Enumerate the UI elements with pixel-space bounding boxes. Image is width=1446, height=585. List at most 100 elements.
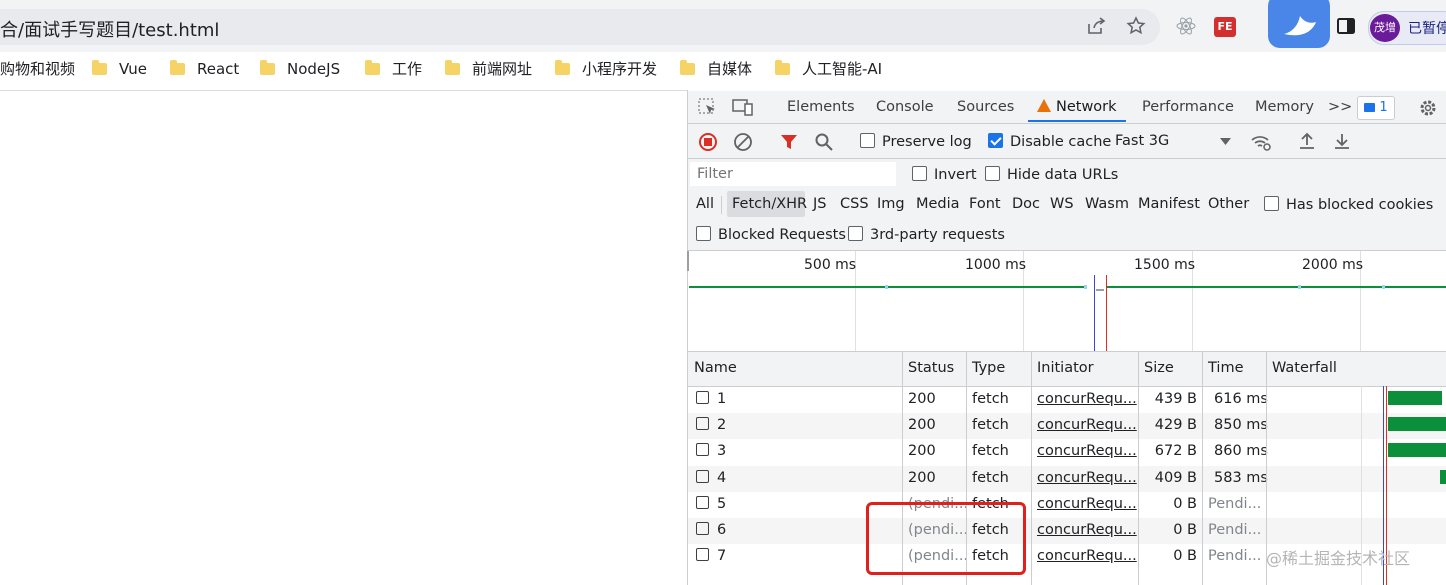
row-checkbox-icon[interactable] <box>696 469 709 483</box>
search-icon[interactable] <box>814 132 834 152</box>
type-img[interactable]: Img <box>877 196 905 212</box>
bookmark-star-icon[interactable] <box>1126 16 1146 36</box>
chevron-down-icon[interactable] <box>1220 138 1231 146</box>
filter-input[interactable] <box>690 162 896 186</box>
cell-name: 5 <box>696 495 726 512</box>
sidepanel-icon[interactable] <box>1336 16 1356 36</box>
col-time[interactable]: Time <box>1208 360 1244 376</box>
row-checkbox-icon[interactable] <box>696 443 709 457</box>
bookmark-ai[interactable]: 人工智能-AI <box>775 58 882 80</box>
type-ws[interactable]: WS <box>1050 196 1074 212</box>
tab-network[interactable]: Network <box>1037 99 1117 115</box>
throttling-select[interactable]: Fast 3G <box>1115 133 1169 149</box>
type-doc[interactable]: Doc <box>1012 196 1040 212</box>
tab-performance[interactable]: Performance <box>1142 99 1234 115</box>
more-tabs-icon[interactable]: >> <box>1328 99 1352 115</box>
bookmark-work[interactable]: 工作 <box>365 58 422 80</box>
bookmark-react[interactable]: React <box>170 58 239 80</box>
overview-handle[interactable] <box>687 251 689 271</box>
bookmark-vue[interactable]: Vue <box>92 58 147 80</box>
type-fetch-xhr[interactable]: Fetch/XHR <box>732 196 807 212</box>
tab-console[interactable]: Console <box>876 99 934 115</box>
row-checkbox-icon[interactable] <box>696 522 709 535</box>
type-manifest[interactable]: Manifest <box>1138 196 1200 212</box>
url-text[interactable]: 合/面试手写题目/test.html <box>0 16 219 42</box>
bird-extension-icon[interactable] <box>1268 0 1330 48</box>
col-status[interactable]: Status <box>908 360 954 376</box>
row-checkbox-icon[interactable] <box>696 495 709 509</box>
cell-status: 200 <box>908 417 936 434</box>
overview-bar <box>689 286 1087 288</box>
row-checkbox-icon[interactable] <box>696 417 709 431</box>
waterfall-bar[interactable] <box>1440 469 1446 484</box>
overview-marker <box>1084 285 1087 289</box>
blocked-requests-checkbox[interactable]: Blocked Requests <box>696 226 846 243</box>
bookmark-nodejs[interactable]: NodeJS <box>260 58 340 80</box>
avatar[interactable]: 茂增 <box>1370 14 1400 42</box>
cell-initiator[interactable]: concurRequ... <box>1037 548 1137 564</box>
react-devtools-icon[interactable] <box>1176 16 1196 36</box>
cell-initiator[interactable]: concurRequ... <box>1037 496 1137 512</box>
domcontentloaded-line <box>1094 275 1095 351</box>
export-har-icon[interactable] <box>1333 132 1351 150</box>
share-icon[interactable] <box>1086 16 1106 36</box>
bookmark-frontend-sites[interactable]: 前端网址 <box>445 58 532 80</box>
overview-gap <box>1096 289 1104 291</box>
checkbox-icon <box>860 133 875 148</box>
hide-data-urls-checkbox[interactable]: Hide data URLs <box>985 166 1118 183</box>
folder-icon <box>365 60 380 75</box>
cell-initiator[interactable]: concurRequ... <box>1037 443 1137 459</box>
record-stop-icon[interactable] <box>698 132 718 152</box>
cell-initiator[interactable]: concurRequ... <box>1037 417 1137 433</box>
col-waterfall[interactable]: Waterfall <box>1272 360 1337 376</box>
tab-sources[interactable]: Sources <box>957 99 1014 115</box>
col-size[interactable]: Size <box>1144 360 1174 376</box>
network-conditions-icon[interactable] <box>1250 132 1272 152</box>
col-name[interactable]: Name <box>694 360 737 376</box>
tab-elements[interactable]: Elements <box>787 99 855 115</box>
fe-extension-icon[interactable]: FE <box>1214 17 1236 37</box>
row-checkbox-icon[interactable] <box>696 548 709 562</box>
tick-1500ms: 1500 ms <box>1134 257 1196 273</box>
col-initiator[interactable]: Initiator <box>1037 360 1094 376</box>
filter-funnel-icon[interactable] <box>780 133 798 151</box>
bookmark-miniprogram[interactable]: 小程序开发 <box>555 58 657 80</box>
cell-initiator[interactable]: concurRequ... <box>1037 470 1137 486</box>
cell-initiator[interactable]: concurRequ... <box>1037 391 1137 407</box>
disable-cache-checkbox[interactable]: Disable cache <box>988 133 1111 150</box>
tick-500ms: 500 ms <box>804 257 857 273</box>
tab-memory[interactable]: Memory <box>1255 99 1314 115</box>
type-media[interactable]: Media <box>916 196 960 212</box>
bookmark-self-media[interactable]: 自媒体 <box>680 58 752 80</box>
cell-time: 850 ms <box>1214 417 1268 434</box>
cell-time: 616 ms <box>1214 391 1268 407</box>
checkbox-icon <box>985 166 1000 181</box>
preserve-log-checkbox[interactable]: Preserve log <box>860 133 972 150</box>
type-other[interactable]: Other <box>1208 196 1249 212</box>
waterfall-bar[interactable] <box>1388 417 1446 432</box>
cell-size: 672 B <box>1154 443 1197 460</box>
bookmark-shopping[interactable]: 购物和视频 <box>0 58 75 80</box>
type-font[interactable]: Font <box>969 196 1001 212</box>
messages-badge[interactable]: 1 <box>1357 96 1395 120</box>
invert-checkbox[interactable]: Invert <box>912 166 977 183</box>
third-party-checkbox[interactable]: 3rd-party requests <box>848 226 1005 243</box>
waterfall-bar[interactable] <box>1388 443 1446 458</box>
settings-gear-icon[interactable] <box>1418 98 1438 118</box>
clear-icon[interactable] <box>733 132 753 152</box>
type-wasm[interactable]: Wasm <box>1085 196 1129 212</box>
row-checkbox-icon[interactable] <box>696 391 709 404</box>
waterfall-bar[interactable] <box>1388 391 1442 405</box>
device-toolbar-icon[interactable] <box>732 98 754 116</box>
type-css[interactable]: CSS <box>840 196 869 212</box>
cell-initiator[interactable]: concurRequ... <box>1037 522 1137 538</box>
checkbox-checked-icon <box>988 133 1003 148</box>
import-har-icon[interactable] <box>1298 132 1316 150</box>
type-js[interactable]: JS <box>813 196 826 212</box>
inspect-element-icon[interactable] <box>698 98 718 116</box>
col-type[interactable]: Type <box>972 360 1005 376</box>
folder-icon <box>260 60 275 75</box>
cell-size: 429 B <box>1154 417 1197 434</box>
type-all[interactable]: All <box>696 196 714 212</box>
has-blocked-cookies-checkbox[interactable]: Has blocked cookies <box>1264 196 1433 213</box>
